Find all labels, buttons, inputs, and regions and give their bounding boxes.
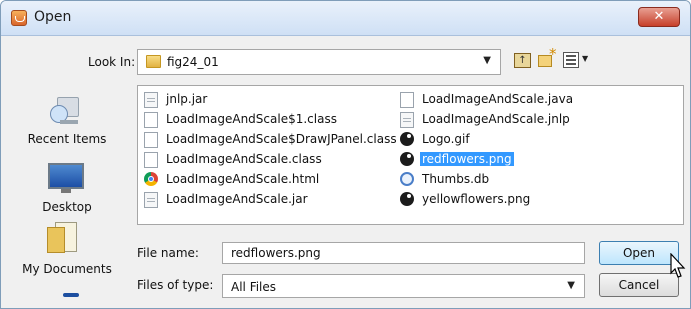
cancel-button[interactable]: Cancel xyxy=(599,273,679,297)
image-file-icon xyxy=(400,192,414,206)
window-title: Open xyxy=(34,9,72,25)
file-icon xyxy=(144,152,158,168)
chevron-down-icon: ▼ xyxy=(483,55,491,66)
file-type-label: Files of type: xyxy=(137,278,214,292)
up-folder-icon[interactable]: ↑ xyxy=(514,53,531,68)
chevron-down-icon: ▼ xyxy=(567,280,575,291)
java-cup-icon xyxy=(11,10,27,26)
desktop-icon xyxy=(48,163,84,189)
file-name-label: File name: xyxy=(137,246,199,260)
jnlp-file-icon xyxy=(400,112,414,128)
place-recent-items[interactable]: Recent Items xyxy=(13,95,121,157)
image-file-icon xyxy=(400,132,414,146)
file-type-select[interactable]: All Files ▼ xyxy=(222,274,585,298)
file-list[interactable]: jnlp.jar LoadImageAndScale$1.class LoadI… xyxy=(137,85,684,225)
file-type-value: All Files xyxy=(231,280,277,294)
file-icon xyxy=(144,112,158,128)
recent-items-icon xyxy=(50,95,82,127)
close-icon: ✕ xyxy=(653,9,665,24)
place-computer[interactable] xyxy=(13,293,121,303)
look-in-combo[interactable]: fig24_01 ▼ xyxy=(137,49,501,75)
close-button[interactable]: ✕ xyxy=(638,7,680,27)
jar-file-icon xyxy=(144,92,158,108)
place-label: Desktop xyxy=(42,200,92,214)
jar-file-icon xyxy=(144,192,158,208)
thumbs-db-icon xyxy=(400,172,414,186)
open-dialog: Open ✕ Look In: fig24_01 ▼ ↑ ▼ Recent It… xyxy=(0,0,691,309)
details-view-icon[interactable] xyxy=(563,52,579,68)
file-icon xyxy=(144,132,158,148)
file-name-input[interactable]: redflowers.png xyxy=(222,242,585,264)
title-bar: Open ✕ xyxy=(1,1,690,36)
image-file-icon xyxy=(400,152,414,166)
mouse-pointer-icon xyxy=(670,253,686,278)
places-sidebar: Recent Items Desktop My Documents xyxy=(1,85,132,308)
place-label: My Documents xyxy=(22,262,112,276)
view-menu-chevron-icon[interactable]: ▼ xyxy=(582,54,588,63)
my-documents-icon xyxy=(47,222,77,253)
open-button[interactable]: Open xyxy=(599,241,679,265)
look-in-label: Look In: xyxy=(88,55,136,69)
computer-icon xyxy=(63,293,79,297)
look-in-value: fig24_01 xyxy=(167,55,219,69)
chrome-html-icon xyxy=(144,172,158,186)
place-label: Recent Items xyxy=(27,132,107,146)
blank-file-icon xyxy=(400,92,414,108)
folder-icon xyxy=(146,55,161,68)
place-desktop[interactable]: Desktop xyxy=(13,163,121,215)
new-folder-icon[interactable] xyxy=(538,45,557,69)
place-my-documents[interactable]: My Documents xyxy=(13,222,121,282)
